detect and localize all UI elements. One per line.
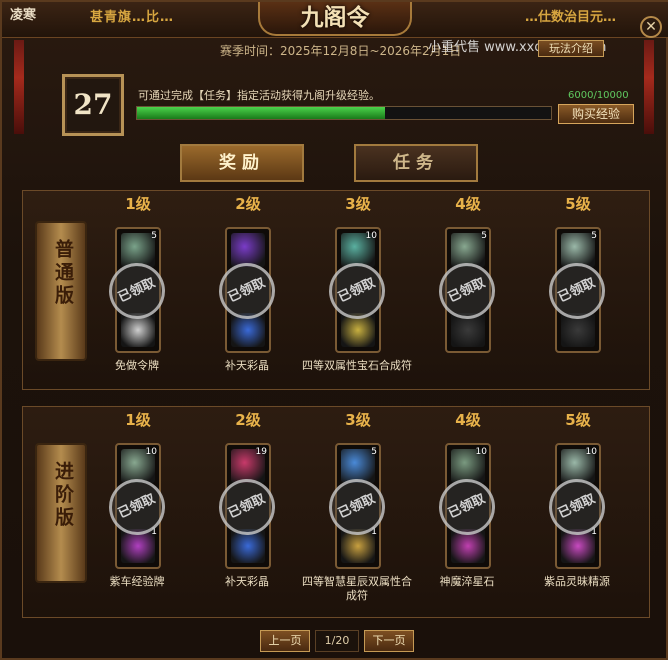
claimed-stamp: 已领取 (539, 253, 615, 329)
tab-task[interactable]: 任务 (354, 144, 478, 182)
top-ribbon-right: …仕数治目元… (524, 10, 616, 25)
level-label: 5级 (565, 411, 591, 429)
item-name: 紫品灵昧精源 (544, 575, 610, 588)
exp-progress-fill (137, 107, 386, 119)
track-name-normal: 普通版 (52, 239, 74, 308)
claimed-stamp: 已领取 (539, 469, 615, 545)
rules-button[interactable]: 玩法介绍 (538, 40, 604, 57)
item-quantity: 10 (475, 447, 487, 457)
level-label: 4级 (455, 195, 481, 213)
level-label: 1级 (125, 411, 151, 429)
item-name: 补天彩晶 (225, 359, 269, 372)
left-lantern-decoration (14, 40, 24, 134)
right-lantern-decoration (644, 40, 654, 134)
claimed-stamp: 已领取 (319, 253, 395, 329)
item-quantity: 5 (151, 231, 157, 241)
item-quantity: 19 (255, 447, 267, 457)
top-left-label: 凌寒 (10, 8, 37, 23)
level-label: 4级 (455, 411, 481, 429)
prev-page-button[interactable]: 上一页 (260, 630, 310, 652)
item-name: 紫车经验牌 (109, 575, 165, 588)
item-name: 四等双属性宝石合成符 (302, 359, 412, 372)
item-quantity: 10 (145, 447, 157, 457)
buy-exp-button[interactable]: 购买经验 (558, 104, 634, 124)
item-name: 免做令牌 (115, 359, 159, 372)
item-quantity: 5 (591, 231, 597, 241)
track-name-advanced: 进阶版 (52, 461, 74, 530)
claimed-stamp: 已领取 (99, 253, 175, 329)
exp-value: 6000/10000 (568, 90, 629, 101)
item-quantity: 10 (365, 231, 377, 241)
track-pillar-normal: 普通版 (35, 221, 87, 361)
level-label: 3级 (345, 195, 371, 213)
item-quantity: 5 (371, 447, 377, 457)
next-page-button[interactable]: 下一页 (364, 630, 414, 652)
season-time: 赛季时间：2025年12月8日~2026年2月1日 (220, 44, 462, 58)
current-level-badge: 27 (62, 74, 124, 136)
nine-pavilion-panel: 凌寒 甚青旗…比… …仕数治目元… 九阁令 ✕ 赛季时间：2025年12月8日~… (0, 0, 668, 660)
claimed-stamp: 已领取 (319, 469, 395, 545)
claimed-stamp: 已领取 (209, 469, 285, 545)
item-name: 补天彩晶 (225, 575, 269, 588)
top-bar: 凌寒 甚青旗…比… …仕数治目元… 九阁令 (2, 2, 668, 38)
claimed-stamp: 已领取 (99, 469, 175, 545)
tab-reward[interactable]: 奖励 (180, 144, 304, 182)
level-label: 1级 (125, 195, 151, 213)
close-icon[interactable]: ✕ (640, 16, 662, 38)
top-ribbon-left: 甚青旗…比… (90, 10, 175, 25)
level-label: 2级 (235, 195, 261, 213)
item-quantity: 10 (585, 447, 597, 457)
item-name: 神魔淬星石 (439, 575, 495, 588)
page-title: 九阁令 (300, 4, 370, 31)
track-normal: 普通版 1级 5 已领取免做令牌 2级已领取补天彩晶 3级 10 已领取四等双属性宝石合成符… (22, 190, 650, 390)
track-pillar-advanced: 进阶版 (35, 443, 87, 583)
claimed-stamp: 已领取 (429, 469, 505, 545)
item-name: 四等智慧星辰双属性合成符 (302, 575, 412, 602)
exp-hint-text: 可通过完成【任务】指定活动获得九阁升级经验。 (138, 89, 380, 102)
level-label: 3级 (345, 411, 371, 429)
exp-progress-bar (136, 106, 552, 120)
claimed-stamp: 已领取 (209, 253, 285, 329)
item-quantity: 5 (481, 231, 487, 241)
track-advanced: 进阶版 1级 10 1 已领取 紫车经验牌 2级 19 已领取 补天彩晶 3级 5 1 已领取 四等智慧星… (22, 406, 650, 618)
claimed-stamp: 已领取 (429, 253, 505, 329)
level-label: 5级 (565, 195, 591, 213)
page-indicator: 1/20 (315, 630, 359, 652)
current-level-number: 27 (73, 88, 113, 121)
level-label: 2级 (235, 411, 261, 429)
title-plaque: 九阁令 (258, 2, 412, 36)
